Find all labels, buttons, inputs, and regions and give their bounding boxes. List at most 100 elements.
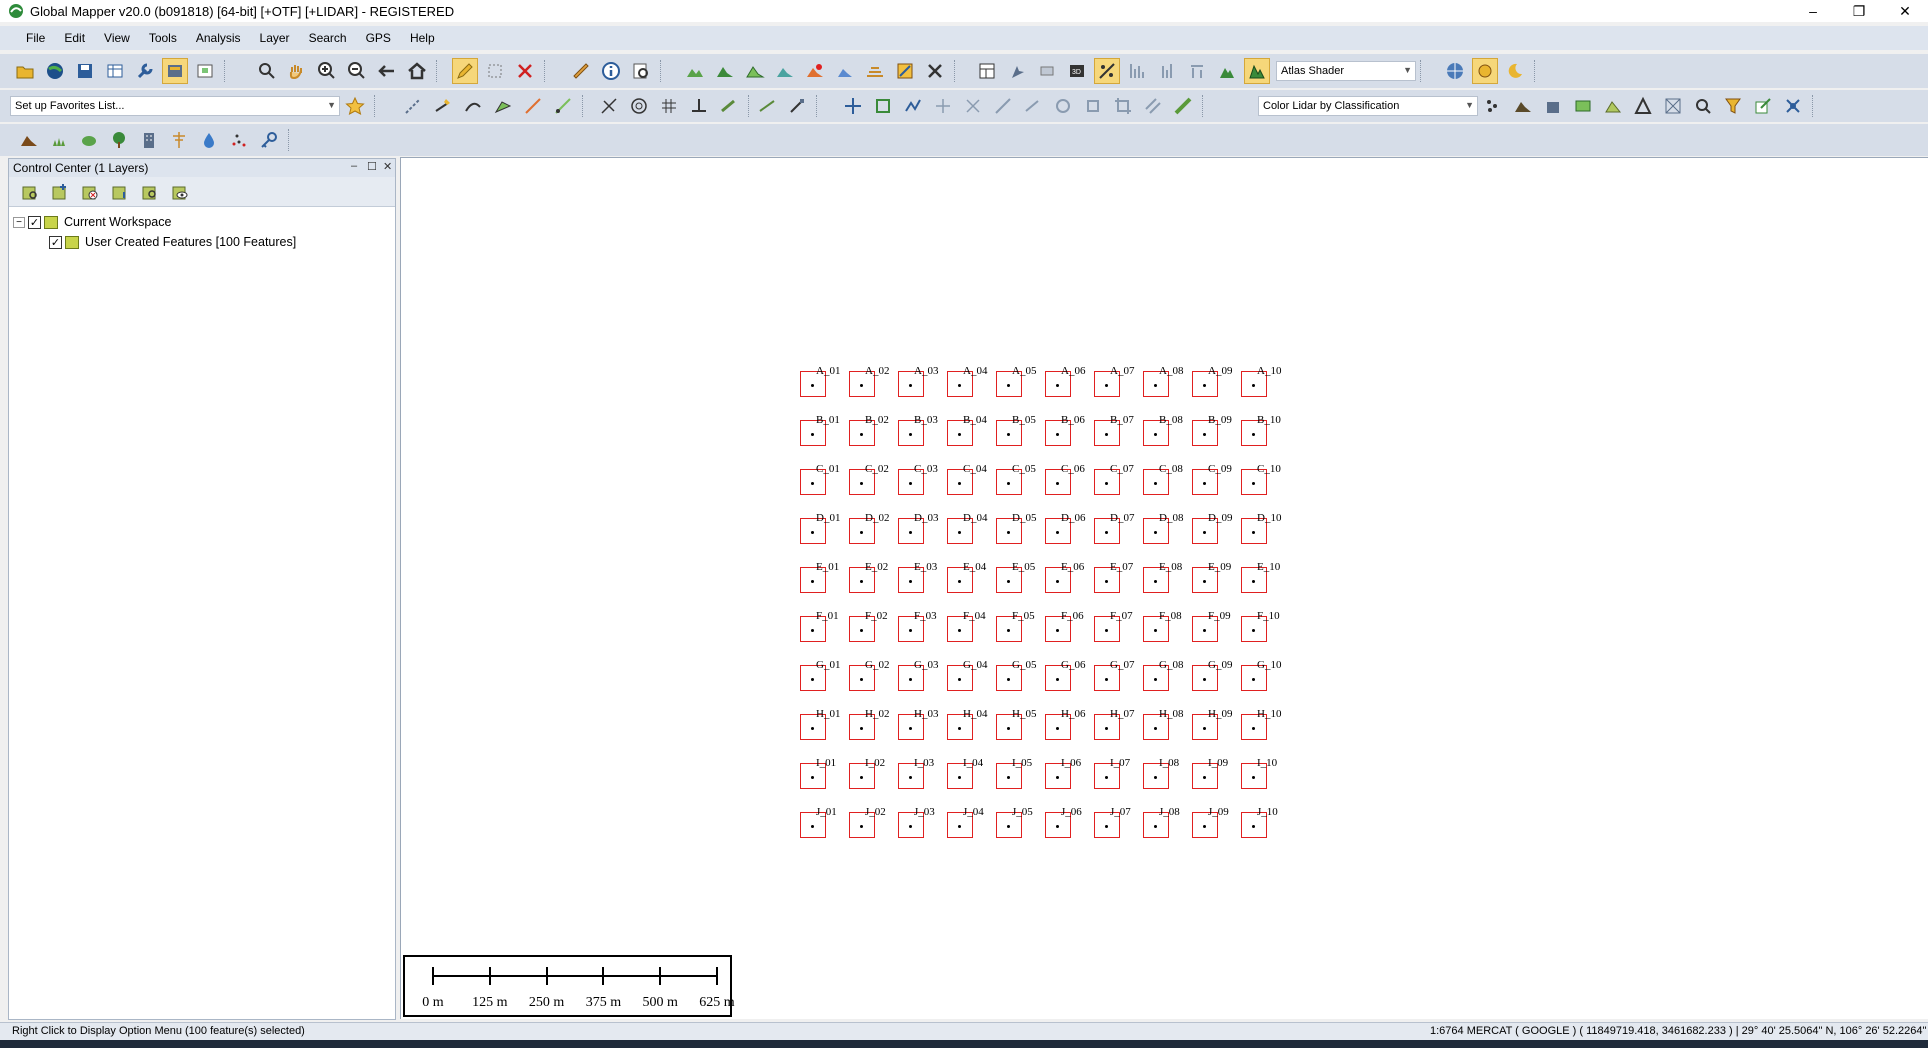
layer-visibility-icon[interactable] [167,179,193,205]
measure-green-icon[interactable] [1170,93,1196,119]
cut-fill-icon[interactable] [832,58,858,84]
toolbar-grip[interactable] [1202,95,1206,117]
join-icon[interactable] [990,93,1016,119]
lidar-grid-icon[interactable] [1600,93,1626,119]
elevation-legend-icon[interactable] [1124,58,1150,84]
globe-icon[interactable] [42,58,68,84]
high-vegetation-tree-icon[interactable] [106,127,132,153]
save-icon[interactable] [72,58,98,84]
shader-mountain-icon[interactable] [1214,58,1240,84]
toolbar-grip[interactable] [582,95,586,117]
split-icon[interactable] [960,93,986,119]
create-range-ring-icon[interactable] [520,93,546,119]
range-ring-icon[interactable] [626,93,652,119]
minimize-button[interactable]: – [1790,0,1836,22]
lidar-edit-icon[interactable] [1750,93,1776,119]
feature-info-icon[interactable] [598,58,624,84]
menu-edit[interactable]: Edit [64,31,85,45]
hillshade-toggle-icon[interactable] [1094,58,1120,84]
layer-checkbox[interactable]: ✓ [49,235,62,249]
toolbar-grip[interactable] [1534,60,1538,82]
path-profile-icon[interactable] [628,58,654,84]
lidar-search-icon[interactable] [1690,93,1716,119]
night-shader-icon[interactable] [1502,58,1528,84]
noise-class-icon[interactable] [226,127,252,153]
toolbar-grip[interactable] [1812,95,1816,117]
layout-icon[interactable] [974,58,1000,84]
menu-view[interactable]: View [104,31,130,45]
shader-select[interactable]: Atlas Shader ▼ [1276,61,1416,81]
crop-icon[interactable] [1110,93,1136,119]
toolbar-grip[interactable] [288,129,292,151]
water-class-icon[interactable] [196,127,222,153]
scale-icon[interactable] [1080,93,1106,119]
create-line-pencil-icon[interactable] [430,93,456,119]
workspace-checkbox[interactable]: ✓ [28,215,41,229]
toolbar-grip[interactable] [436,60,440,82]
low-vegetation-icon[interactable] [46,127,72,153]
lidar-building-icon[interactable] [1540,93,1566,119]
control-center-toggle-icon[interactable] [162,58,188,84]
edit-vertex-icon[interactable] [784,93,810,119]
pan-hand-icon[interactable] [284,58,310,84]
watershed-icon[interactable] [772,58,798,84]
toolbar-grip[interactable] [374,95,378,117]
table-icon[interactable] [102,58,128,84]
home-icon[interactable] [404,58,430,84]
atlas-shader-icon[interactable] [1244,58,1270,84]
create-area-icon[interactable] [490,93,516,119]
lidar-tools-icon[interactable] [1780,93,1806,119]
reshape-icon[interactable] [900,93,926,119]
zoom-box-icon[interactable] [254,58,280,84]
toolbar-grip[interactable] [660,60,664,82]
ground-class-icon[interactable] [16,127,42,153]
menu-analysis[interactable]: Analysis [196,31,241,45]
overview-map-icon[interactable] [192,58,218,84]
terrain-icon[interactable] [682,58,708,84]
tree-node-workspace[interactable]: − ✓ Current Workspace [13,215,171,229]
extend-icon[interactable] [1020,93,1046,119]
pan-3d-icon[interactable] [1034,58,1060,84]
layer-zoom-icon[interactable] [137,179,163,205]
toolbar-grip[interactable] [224,60,228,82]
favorites-select[interactable]: Set up Favorites List... ▼ [10,96,340,116]
trace-icon[interactable] [716,93,742,119]
online-data-globe-icon[interactable] [1442,58,1468,84]
toolbar-grip[interactable] [954,60,958,82]
favorites-star-icon[interactable] [342,93,368,119]
grid-create-icon[interactable] [656,93,682,119]
create-point-line-icon[interactable] [550,93,576,119]
layer-options-icon[interactable] [17,179,43,205]
pick-3d-icon[interactable] [1004,58,1030,84]
zoom-in-icon[interactable] [314,58,340,84]
medium-vegetation-icon[interactable] [76,127,102,153]
toolbar-grip[interactable] [544,60,548,82]
close-button[interactable]: ✕ [1882,0,1928,22]
cogo-icon[interactable] [596,93,622,119]
key-icon[interactable] [256,127,282,153]
daylight-shader-icon[interactable] [1472,58,1498,84]
filter-icon[interactable] [1720,93,1746,119]
mesh-icon[interactable] [1660,93,1686,119]
triangle-icon[interactable] [1630,93,1656,119]
toolbar-grip[interactable] [1420,60,1424,82]
restore-button[interactable]: ❐ [1836,0,1882,22]
panel-minimize-icon[interactable]: – [351,160,357,172]
view-3d-icon[interactable]: 3D [1064,58,1090,84]
menu-layer[interactable]: Layer [260,31,290,45]
power-line-icon[interactable] [166,127,192,153]
close-layer-icon[interactable] [77,179,103,205]
create-curve-icon[interactable] [460,93,486,119]
add-layer-icon[interactable] [47,179,73,205]
measure-ruler-icon[interactable] [568,58,594,84]
delete-feature-icon[interactable] [512,58,538,84]
zoom-out-icon[interactable] [344,58,370,84]
vertical-scale-icon[interactable] [1154,58,1180,84]
create-line-icon[interactable] [400,93,426,119]
collapse-icon[interactable]: − [13,216,25,228]
menu-tools[interactable]: Tools [149,31,177,45]
move-vertex-icon[interactable] [930,93,956,119]
tree-node-layer[interactable]: ✓ User Created Features [100 Features] [49,235,296,249]
raster-calc-icon[interactable] [892,58,918,84]
water-level-icon[interactable] [1184,58,1210,84]
